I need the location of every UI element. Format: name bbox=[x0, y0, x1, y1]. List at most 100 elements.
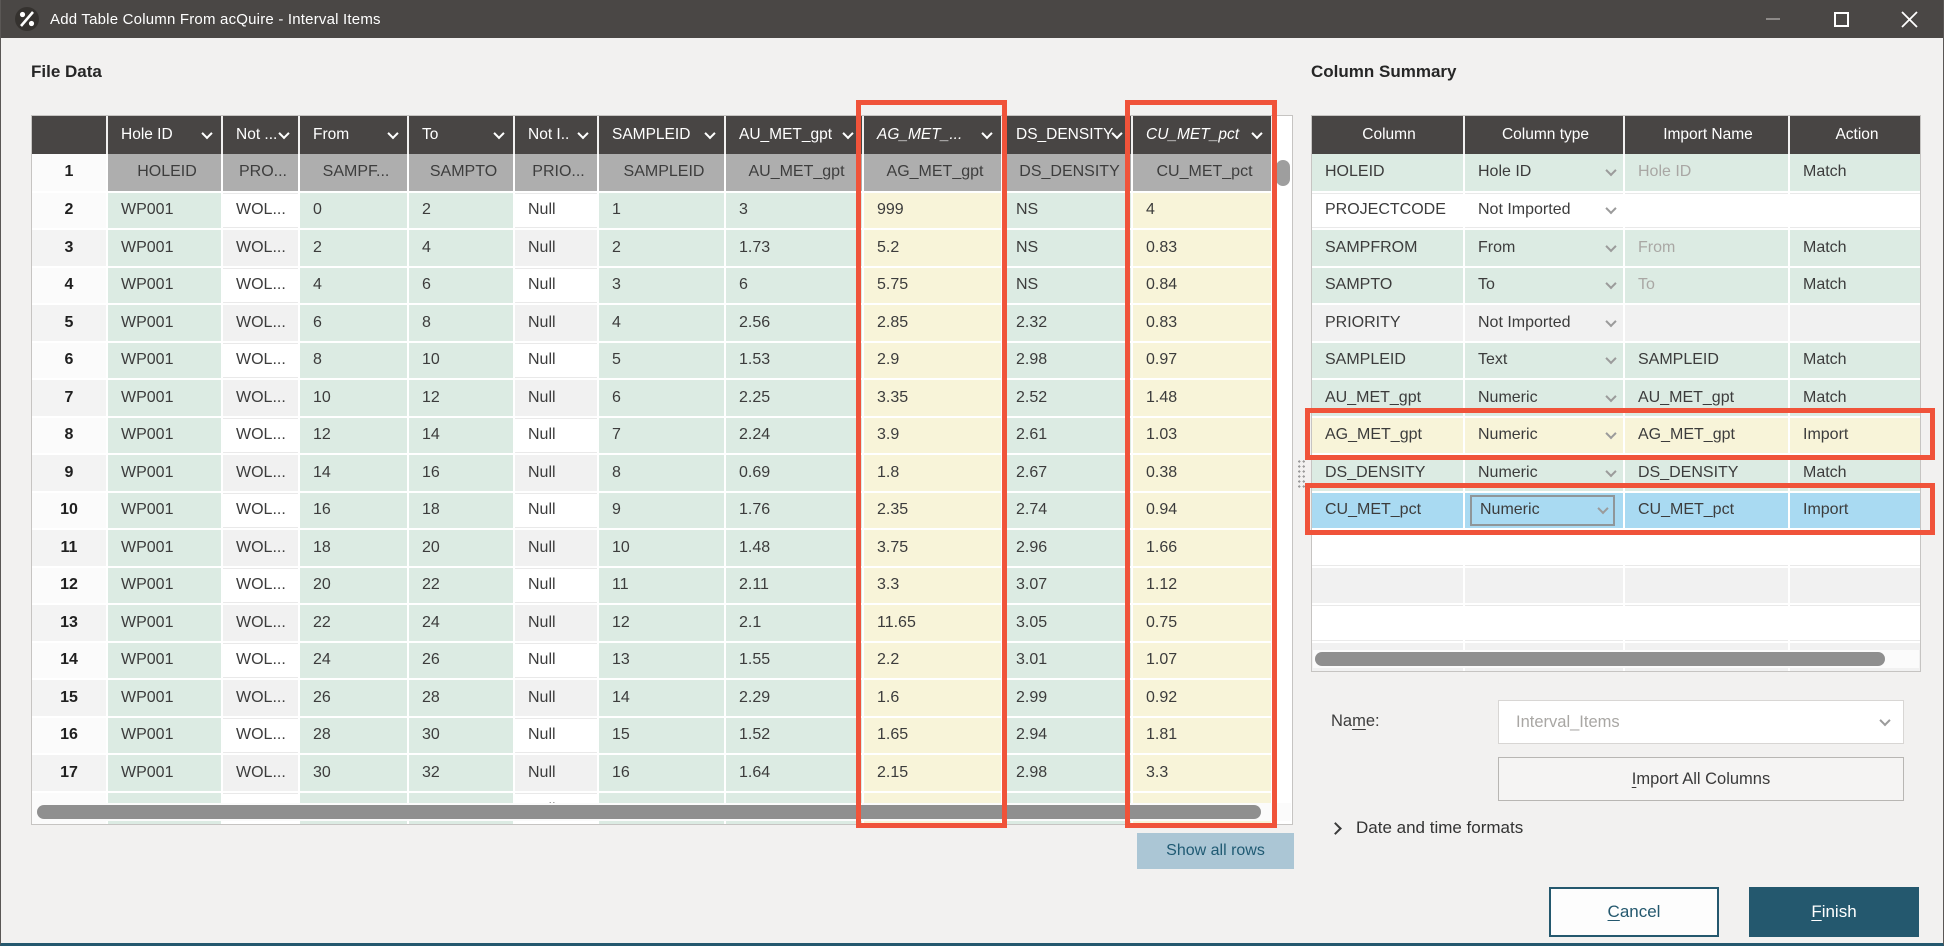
file-column-header-6[interactable]: SAMPLEID bbox=[598, 116, 725, 154]
file-cell: 5.2 bbox=[863, 229, 1002, 267]
file-cell: 2.2 bbox=[863, 642, 1002, 680]
file-header-cell: PRIO... bbox=[514, 154, 598, 192]
column-type-value: Numeric bbox=[1478, 464, 1538, 482]
file-cell: 1.48 bbox=[725, 529, 863, 567]
file-column-header-4[interactable]: To bbox=[408, 116, 514, 154]
column-type-value: Text bbox=[1478, 351, 1507, 369]
summary-column-type-dropdown[interactable]: Numeric bbox=[1464, 417, 1624, 455]
chevron-down-icon bbox=[1605, 278, 1616, 289]
summary-empty-cell bbox=[1624, 529, 1789, 567]
file-header-cell: DS_DENSITY bbox=[1002, 154, 1132, 192]
file-cell: 20 bbox=[299, 567, 408, 605]
chevron-down-icon bbox=[1605, 391, 1616, 402]
summary-import-name-field[interactable]: CU_MET_pct bbox=[1624, 492, 1789, 530]
row-drag-handle-icon[interactable] bbox=[1297, 459, 1306, 489]
file-column-header-2[interactable]: Not ... bbox=[222, 116, 299, 154]
summary-column-type-dropdown[interactable]: Hole ID bbox=[1464, 154, 1624, 192]
cancel-button[interactable]: Cancel bbox=[1549, 887, 1719, 937]
row-number: 5 bbox=[32, 304, 107, 342]
summary-column-type-dropdown[interactable]: Not Imported bbox=[1464, 192, 1624, 230]
row-number: 8 bbox=[32, 417, 107, 455]
file-table-vertical-scrollbar[interactable] bbox=[1276, 160, 1290, 186]
summary-empty-cell bbox=[1312, 604, 1464, 642]
file-cell: 1.03 bbox=[1132, 417, 1272, 455]
file-column-header-10[interactable]: CU_MET_pct bbox=[1132, 116, 1272, 154]
file-table-horizontal-scrollbar[interactable] bbox=[37, 805, 1261, 819]
file-cell: Null bbox=[514, 454, 598, 492]
file-data-table: Hole ID Not ... FromToNot I..SAMPLEIDAU_ME… bbox=[32, 116, 1273, 825]
file-cell: 2.11 bbox=[725, 567, 863, 605]
summary-import-name-field[interactable]: Hole ID bbox=[1624, 154, 1789, 192]
file-column-header-9[interactable]: DS_DENSITY bbox=[1002, 116, 1132, 154]
file-cell: WP001 bbox=[107, 342, 222, 380]
file-row: 13WP001WOL...2224Null122.111.653.050.75 bbox=[32, 604, 1272, 642]
summary-action-value: Import bbox=[1789, 492, 1921, 530]
file-column-header-label: DS_DENSITY bbox=[1016, 126, 1113, 144]
row-number: 12 bbox=[32, 567, 107, 605]
file-cell: 1.73 bbox=[725, 229, 863, 267]
file-cell: 0.69 bbox=[725, 454, 863, 492]
column-type-value: Not Imported bbox=[1478, 201, 1570, 219]
file-cell: NS bbox=[1002, 229, 1132, 267]
file-column-header-3[interactable]: From bbox=[299, 116, 408, 154]
minimize-button[interactable] bbox=[1739, 0, 1807, 38]
file-cell: 30 bbox=[299, 754, 408, 792]
summary-column-type-dropdown[interactable]: To bbox=[1464, 267, 1624, 305]
finish-button[interactable]: Finish bbox=[1749, 887, 1919, 937]
summary-column-type-dropdown[interactable]: Numeric bbox=[1464, 379, 1624, 417]
file-column-header-1[interactable]: Hole ID bbox=[107, 116, 222, 154]
row-number: 9 bbox=[32, 454, 107, 492]
file-column-header-8[interactable]: AG_MET_... bbox=[863, 116, 1002, 154]
import-all-columns-button[interactable]: Import All Columns bbox=[1498, 757, 1904, 801]
file-cell: 2.29 bbox=[725, 679, 863, 717]
file-cell: 2 bbox=[598, 229, 725, 267]
close-button[interactable] bbox=[1875, 0, 1943, 38]
summary-column-name: AG_MET_gpt bbox=[1312, 417, 1464, 455]
date-time-formats-expander[interactable]: Date and time formats bbox=[1331, 818, 1523, 838]
summary-import-name-field[interactable]: AG_MET_gpt bbox=[1624, 417, 1789, 455]
summary-import-name-field[interactable]: To bbox=[1624, 267, 1789, 305]
summary-column-type-dropdown[interactable]: Text bbox=[1464, 342, 1624, 380]
summary-import-name-field[interactable]: DS_DENSITY bbox=[1624, 454, 1789, 492]
summary-import-name-field[interactable] bbox=[1624, 304, 1789, 342]
chevron-down-icon bbox=[842, 128, 853, 139]
show-all-rows-button[interactable]: Show all rows bbox=[1137, 833, 1294, 869]
chevron-down-icon bbox=[981, 128, 992, 139]
summary-import-name-field[interactable]: AU_MET_gpt bbox=[1624, 379, 1789, 417]
summary-horizontal-scrollbar[interactable] bbox=[1315, 652, 1885, 666]
summary-import-name-field[interactable]: SAMPLEID bbox=[1624, 342, 1789, 380]
summary-empty-cell bbox=[1464, 604, 1624, 642]
summary-column-name: HOLEID bbox=[1312, 154, 1464, 192]
file-cell: WOL... bbox=[222, 379, 299, 417]
file-column-header-label: Not ... bbox=[236, 126, 277, 144]
chevron-down-icon bbox=[278, 128, 289, 139]
maximize-button[interactable] bbox=[1807, 0, 1875, 38]
file-column-header-7[interactable]: AU_MET_gpt bbox=[725, 116, 863, 154]
file-cell: 1.48 bbox=[1132, 379, 1272, 417]
file-column-header-5[interactable]: Not I.. bbox=[514, 116, 598, 154]
file-cell: 6 bbox=[725, 267, 863, 305]
summary-column-type-dropdown[interactable]: Not Imported bbox=[1464, 304, 1624, 342]
chevron-down-icon bbox=[1605, 241, 1616, 252]
file-cell: WOL... bbox=[222, 567, 299, 605]
file-cell: Null bbox=[514, 192, 598, 230]
chevron-down-icon bbox=[1879, 715, 1890, 726]
summary-empty-cell bbox=[1789, 567, 1921, 605]
file-cell: 1.53 bbox=[725, 342, 863, 380]
file-cell: 4 bbox=[598, 304, 725, 342]
file-cell: 14 bbox=[299, 454, 408, 492]
summary-import-name-field[interactable] bbox=[1624, 192, 1789, 230]
summary-column-type-dropdown[interactable]: Numeric bbox=[1464, 454, 1624, 492]
summary-import-name-field[interactable]: From bbox=[1624, 229, 1789, 267]
summary-column-name: SAMPTO bbox=[1312, 267, 1464, 305]
file-cell: 32 bbox=[408, 754, 514, 792]
summary-column-type-dropdown[interactable]: From bbox=[1464, 229, 1624, 267]
name-combobox[interactable]: Interval_Items bbox=[1498, 700, 1904, 744]
summary-action-value: Match bbox=[1789, 454, 1921, 492]
import-name-value: Hole ID bbox=[1638, 163, 1691, 180]
file-row: 3WP001WOL...24Null21.735.2NS0.83 bbox=[32, 229, 1272, 267]
chevron-down-icon bbox=[704, 128, 715, 139]
summary-column-name: CU_MET_pct bbox=[1312, 492, 1464, 530]
file-cell: 3 bbox=[725, 192, 863, 230]
summary-column-type-dropdown[interactable]: Numeric bbox=[1464, 492, 1624, 530]
